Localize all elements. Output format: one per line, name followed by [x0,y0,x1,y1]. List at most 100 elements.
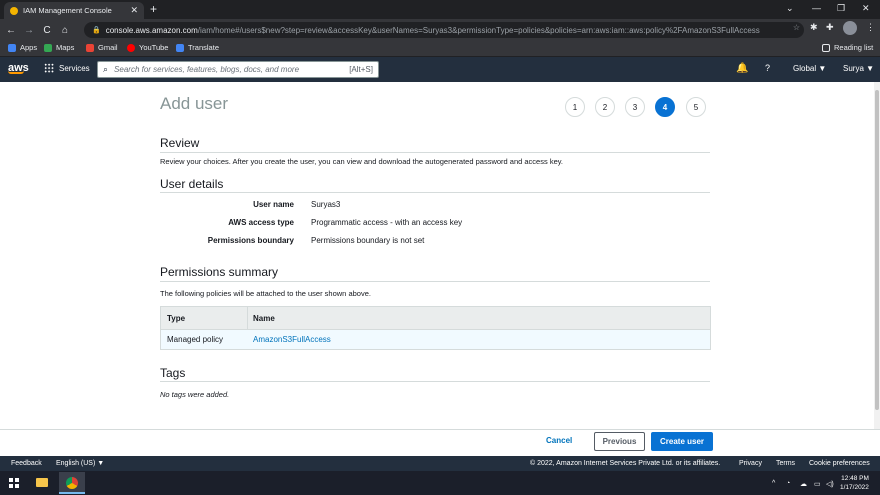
create-user-button[interactable]: Create user [651,432,713,451]
translate-icon [176,43,184,52]
url-text: console.aws.amazon.com/iam/home#/users$n… [105,25,760,35]
wizard-action-bar [0,429,880,456]
services-menu[interactable]: Services [44,63,90,73]
tags-heading: Tags [160,366,186,380]
user-details-heading: User details [160,177,224,191]
address-bar[interactable]: 🔒 console.aws.amazon.com/iam/home#/users… [84,22,804,38]
permissions-table: Type Name Managed policy AmazonS3FullAcc… [160,306,711,350]
reload-icon[interactable]: C [40,25,54,36]
access-type-value: Programmatic access - with an access key [311,218,463,227]
extension-icon[interactable]: ✱ [810,22,818,33]
permissions-summary-heading: Permissions summary [160,265,279,279]
chrome-menu-icon[interactable]: ⋮ [866,22,875,33]
policy-name-link[interactable]: AmazonS3FullAccess [253,335,331,344]
permissions-description: The following policies will be attached … [160,289,371,298]
forward-icon[interactable]: → [22,25,36,36]
bookmark-apps[interactable]: Apps [8,43,37,52]
policy-type-cell: Managed policy [167,335,224,344]
browser-tab[interactable]: IAM Management Console ✕ [4,2,144,19]
permissions-boundary-label: Permissions boundary [207,236,294,245]
table-header: Type Name [161,307,710,330]
search-placeholder: Search for services, features, blogs, do… [114,65,300,74]
youtube-icon [127,43,135,52]
wizard-step-3[interactable]: 3 [625,97,645,117]
column-divider [247,307,248,330]
aws-top-nav: aws Services ⌕ Search for services, feat… [0,57,880,82]
wizard-step-5[interactable]: 5 [686,97,706,117]
console-footer: Feedback English (US) ▼ © 2022, Amazon I… [0,456,880,471]
region-selector[interactable]: Global ▼ [793,64,826,73]
bookmark-maps[interactable]: Maps [44,43,74,52]
account-menu[interactable]: Surya ▼ [843,64,874,73]
help-icon[interactable]: ? [765,63,770,73]
bookmark-star-icon[interactable]: ☆ [793,23,800,32]
windows-start-icon[interactable] [9,478,19,488]
gmail-icon [86,43,94,52]
maps-icon [44,43,52,52]
review-heading: Review [160,136,200,150]
wizard-step-1[interactable]: 1 [565,97,585,117]
bookmark-gmail[interactable]: Gmail [86,43,118,52]
new-tab-button[interactable]: + [150,2,157,16]
aws-favicon-icon [10,6,18,15]
home-icon[interactable]: ⌂ [58,25,72,36]
restore-icon[interactable]: ❐ [837,3,845,14]
search-shortcut: [Alt+S] [349,65,373,74]
clock-date: 1/17/2022 [840,484,869,491]
copyright-text: © 2022, Amazon Internet Services Private… [530,460,721,467]
volume-icon[interactable]: ◁) [826,480,834,488]
privacy-link[interactable]: Privacy [739,460,762,467]
column-header-type[interactable]: Type [167,314,185,323]
reading-list[interactable]: Reading list [822,43,873,52]
tray-chevron-icon[interactable]: ^ [772,480,775,487]
tab-search-icon[interactable]: ⌄ [786,3,794,14]
terms-link[interactable]: Terms [776,460,795,467]
cookie-preferences-link[interactable]: Cookie preferences [809,460,870,467]
feedback-link[interactable]: Feedback [11,460,42,467]
system-clock[interactable]: 12:48 PM 1/17/2022 [840,474,869,492]
wifi-icon[interactable]: ◔ [786,480,790,487]
chrome-icon [66,477,78,489]
divider [160,152,710,153]
wizard-step-2[interactable]: 2 [595,97,615,117]
bookmarks-bar: Apps Maps Gmail YouTube Translate Readin… [0,41,880,57]
extensions-puzzle-icon[interactable]: ✚ [826,22,834,33]
lock-icon: 🔒 [92,27,101,34]
back-icon[interactable]: ← [4,25,18,36]
aws-logo[interactable]: aws [8,62,29,74]
apps-grid-icon [8,43,16,52]
no-tags-text: No tags were added. [160,390,230,399]
profile-avatar[interactable] [843,21,857,35]
cloud-icon[interactable]: ☁ [800,480,807,488]
user-name-label: User name [253,200,294,209]
access-type-label: AWS access type [228,218,294,227]
column-header-name[interactable]: Name [253,314,275,323]
aws-search-input[interactable]: ⌕ Search for services, features, blogs, … [97,61,379,78]
bookmark-translate[interactable]: Translate [176,43,219,52]
tab-close-icon[interactable]: ✕ [130,5,138,16]
scrollbar-thumb[interactable] [875,90,879,410]
notifications-bell-icon[interactable]: 🔔 [736,63,748,74]
cancel-button[interactable]: Cancel [546,436,572,445]
minimize-icon[interactable]: — [812,3,821,13]
tab-title: IAM Management Console [23,6,112,15]
windows-taskbar [0,471,880,495]
table-row: Managed policy AmazonS3FullAccess [161,330,710,349]
main-content [0,82,874,429]
battery-icon[interactable]: ▭ [814,480,821,488]
language-selector[interactable]: English (US) ▼ [56,460,104,467]
divider [160,192,710,193]
clock-time: 12:48 PM [841,475,869,482]
file-explorer-icon[interactable] [36,478,48,487]
divider [160,281,710,282]
divider [160,381,710,382]
search-icon: ⌕ [103,64,109,74]
chrome-taskbar-button[interactable] [59,472,85,494]
bookmark-youtube[interactable]: YouTube [127,43,168,52]
page-title: Add user [160,94,229,113]
previous-button[interactable]: Previous [594,432,645,451]
close-window-icon[interactable]: ✕ [862,3,870,14]
user-name-value: Suryas3 [311,200,341,209]
reading-list-icon [822,43,830,52]
page-scrollbar[interactable] [874,82,880,429]
